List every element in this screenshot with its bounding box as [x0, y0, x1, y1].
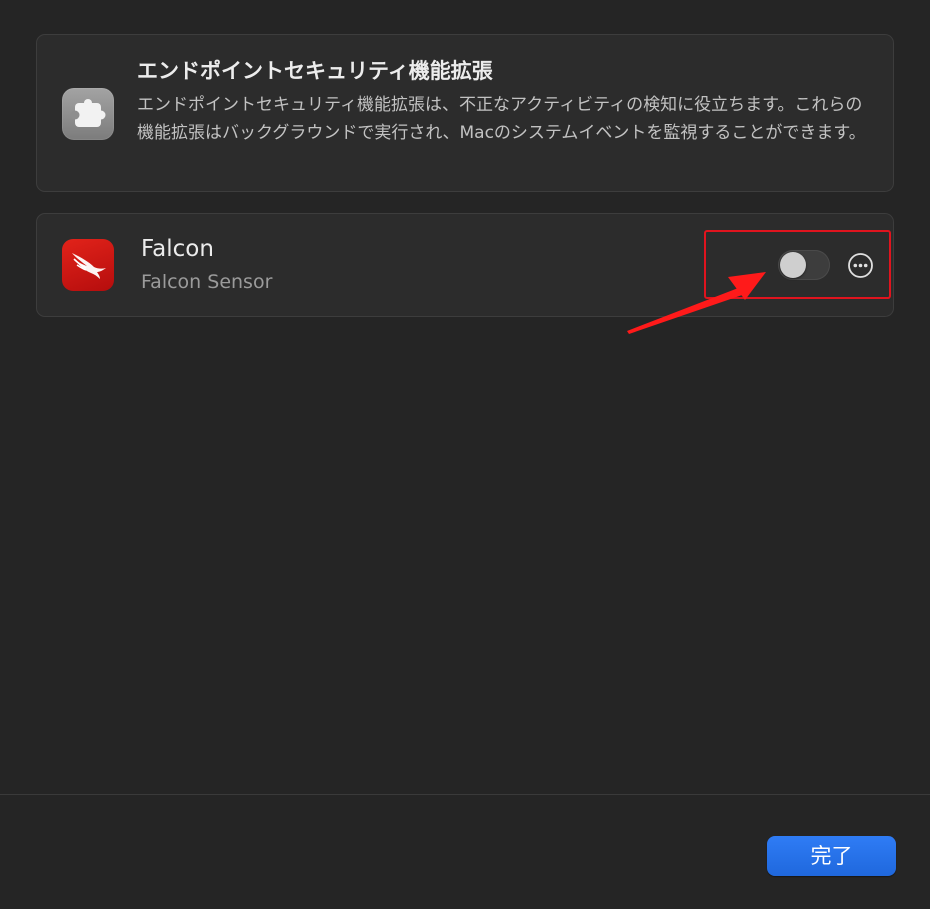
extension-name: Falcon [141, 236, 214, 262]
falcon-app-icon [62, 239, 114, 291]
extension-subtitle: Falcon Sensor [141, 271, 273, 293]
extension-puzzle-icon [62, 88, 114, 140]
info-card: エンドポイントセキュリティ機能拡張 エンドポイントセキュリティ機能拡張は、不正な… [36, 34, 894, 192]
ellipsis-circle-icon [848, 253, 873, 278]
toggle-knob [780, 252, 806, 278]
footer-divider [0, 794, 930, 795]
info-description: エンドポイントセキュリティ機能拡張は、不正なアクティビティの検知に役立ちます。こ… [137, 95, 866, 143]
info-title: エンドポイントセキュリティ機能拡張 [137, 59, 493, 83]
more-options-button[interactable] [847, 252, 874, 279]
done-button[interactable]: 完了 [767, 836, 896, 876]
extensions-sheet: エンドポイントセキュリティ機能拡張 エンドポイントセキュリティ機能拡張は、不正な… [0, 0, 930, 909]
falcon-enable-toggle[interactable] [778, 250, 830, 280]
